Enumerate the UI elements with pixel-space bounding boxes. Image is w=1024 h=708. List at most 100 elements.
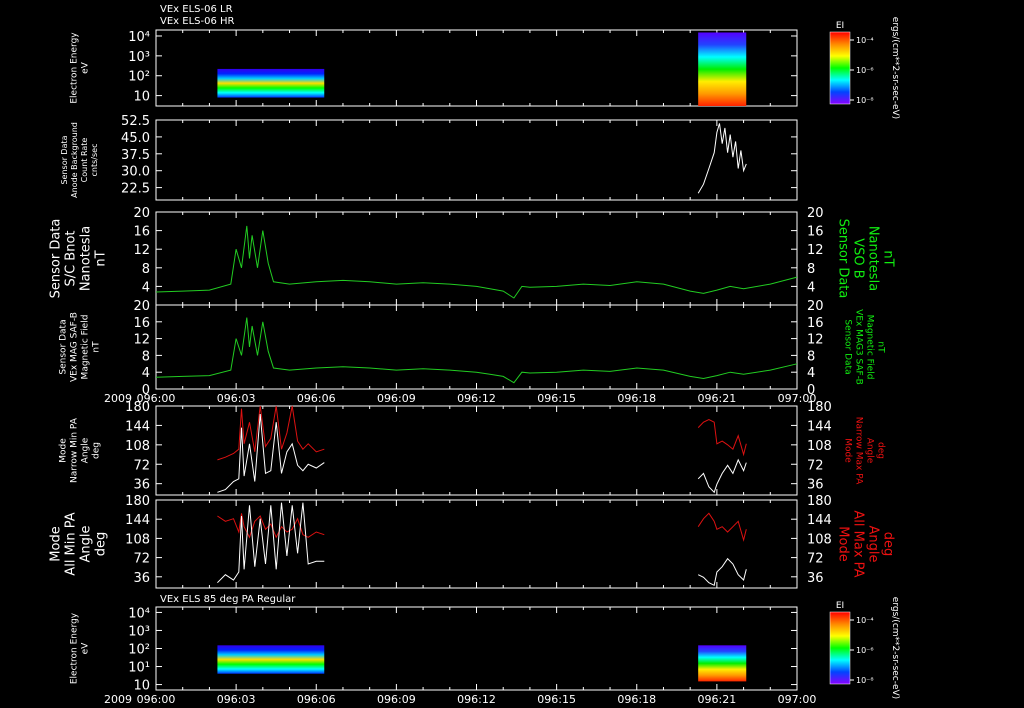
y-tick-label-right: 12	[807, 243, 824, 258]
y-axis-label: deg	[92, 442, 102, 459]
y-axis-label: eV	[81, 61, 91, 74]
x-tick-label: 096:18	[617, 693, 656, 706]
y-axis-label: cnts/sec	[90, 144, 99, 177]
x-tick-label: 096:12	[457, 693, 496, 706]
x-tick-label: 096:06	[297, 392, 336, 405]
y-tick-label: 72	[133, 458, 150, 473]
y-tick-label-right: 108	[807, 439, 832, 454]
x-tick-label: 096:03	[217, 392, 256, 405]
y-axis-label: nT	[94, 250, 109, 266]
y-tick-label: 36	[133, 571, 150, 586]
y-tick-label: 144	[125, 513, 150, 528]
y-tick-label: 108	[125, 439, 150, 454]
y-tick-label: 20	[133, 206, 150, 221]
colorbar-tick-label: 10⁻⁸	[856, 96, 874, 105]
y-axis-label: eV	[81, 642, 91, 655]
y-tick-label: 8	[142, 349, 150, 364]
x-tick-label: 096:03	[217, 693, 256, 706]
y-tick-label: 16	[133, 316, 150, 331]
y-axis-label: Sensor Data	[60, 135, 69, 184]
x-tick-label: 096:18	[617, 392, 656, 405]
y-axis-label-right: Narrow Max PA	[854, 417, 864, 485]
y-axis-label: Mode	[49, 526, 64, 561]
y-tick-label-right: 72	[807, 458, 824, 473]
y-tick-label: 10¹	[128, 661, 150, 676]
y-axis-label: Magnetic Field	[81, 315, 91, 380]
heatmap-block-p1-1	[698, 32, 747, 106]
y-axis-label-right: Mode	[836, 526, 851, 561]
plot-canvas: VEx ELS-06 LR VEx ELS-06 HR VEx ELS 85 d…	[0, 0, 1024, 708]
y-tick-label-right: 144	[807, 513, 832, 528]
colorbar-1	[829, 611, 851, 685]
y-tick-label: 4	[142, 280, 150, 295]
y-axis-label: S/C Bnot	[64, 230, 79, 286]
panel7-title: VEx ELS 85 deg PA Regular	[160, 594, 296, 605]
y-axis-label-right: VSO B	[851, 238, 866, 278]
header-line-1: VEx ELS-06 LR	[160, 4, 233, 15]
y-tick-label: 12	[133, 333, 150, 348]
colorbar-units: ergs/(cm**2-sr-sec-eV)	[890, 597, 900, 699]
y-axis-label-right: All Max PA	[851, 510, 866, 577]
y-tick-label: 10³	[128, 50, 150, 65]
y-tick-label-right: 8	[807, 349, 815, 364]
y-axis-label-right: Magnetic Field	[865, 315, 875, 380]
colorbar-tick-label: 10⁻⁴	[856, 36, 874, 45]
y-axis-label-right: nT	[876, 341, 886, 353]
y-axis-label-right: Sensor Data	[843, 319, 853, 374]
y-tick-label-right: 4	[807, 366, 815, 381]
x-tick-label: 096:21	[698, 693, 737, 706]
y-axis-label: Angle	[79, 526, 94, 563]
y-tick-label-right: 72	[807, 552, 824, 567]
colorbar-tick-label: 10⁻⁴	[856, 616, 874, 625]
y-tick-label-right: 36	[807, 571, 824, 586]
y-axis-label-right: nT	[881, 250, 896, 266]
y-tick-label: 10	[133, 90, 150, 105]
y-tick-label-right: 20	[807, 299, 824, 314]
y-axis-label: Sensor Data	[59, 319, 69, 374]
y-tick-label: 10⁴	[128, 30, 150, 45]
heatmap-block-p7-1	[698, 645, 747, 682]
y-axis-label-right: Angle	[865, 438, 875, 464]
y-axis-label: Electron Energy	[70, 32, 80, 104]
y-tick-label: 10²	[128, 643, 150, 658]
header-line-2: VEx ELS-06 HR	[160, 16, 235, 27]
colorbar-tick-label: 10⁻⁸	[856, 676, 874, 685]
colorbar-title: EI	[836, 21, 844, 31]
x-tick-label: 096:06	[297, 693, 336, 706]
y-tick-label: 12	[133, 243, 150, 258]
y-axis-label: Angle	[81, 437, 91, 463]
y-tick-label: 37.5	[121, 148, 150, 163]
heatmap-block-p1-0	[217, 68, 325, 98]
y-axis-label: Narrow Min PA	[70, 417, 80, 483]
colorbar-units: ergs/(cm**2-sr-sec-eV)	[890, 17, 900, 119]
y-axis-label: nT	[92, 341, 102, 353]
y-tick-label-right: 180	[807, 494, 832, 509]
y-axis-label-right: deg	[881, 532, 896, 557]
y-axis-label: Sensor Data	[49, 219, 64, 299]
x-axis-year: 2009	[104, 693, 132, 706]
y-tick-label-right: 36	[807, 478, 824, 493]
y-tick-label: 16	[133, 225, 150, 240]
y-axis-label: Anode Background	[70, 122, 79, 198]
x-tick-label: 096:12	[457, 392, 496, 405]
colorbar-title: EI	[836, 601, 844, 611]
y-tick-label-right: 4	[807, 280, 815, 295]
y-axis-label: Mode	[59, 438, 69, 463]
y-tick-label-right: 144	[807, 419, 832, 434]
y-axis-label: Nanotesla	[79, 226, 94, 291]
y-tick-label: 52.5	[121, 114, 150, 129]
colorbar-0	[829, 31, 851, 105]
x-tick-label: 097:00	[778, 392, 817, 405]
y-tick-label: 108	[125, 532, 150, 547]
colorbar-tick-label: 10⁻⁶	[856, 646, 874, 655]
y-tick-label-right: 108	[807, 532, 832, 547]
x-tick-label: 096:00	[137, 392, 176, 405]
y-axis-label-right: Angle	[866, 526, 881, 563]
y-tick-label: 72	[133, 552, 150, 567]
y-axis-label-right: VEx MAG3 SAF-B	[854, 309, 864, 385]
x-tick-label: 096:21	[698, 392, 737, 405]
y-tick-label: 36	[133, 478, 150, 493]
y-tick-label: 144	[125, 419, 150, 434]
y-tick-label: 8	[142, 262, 150, 277]
y-tick-label-right: 8	[807, 262, 815, 277]
